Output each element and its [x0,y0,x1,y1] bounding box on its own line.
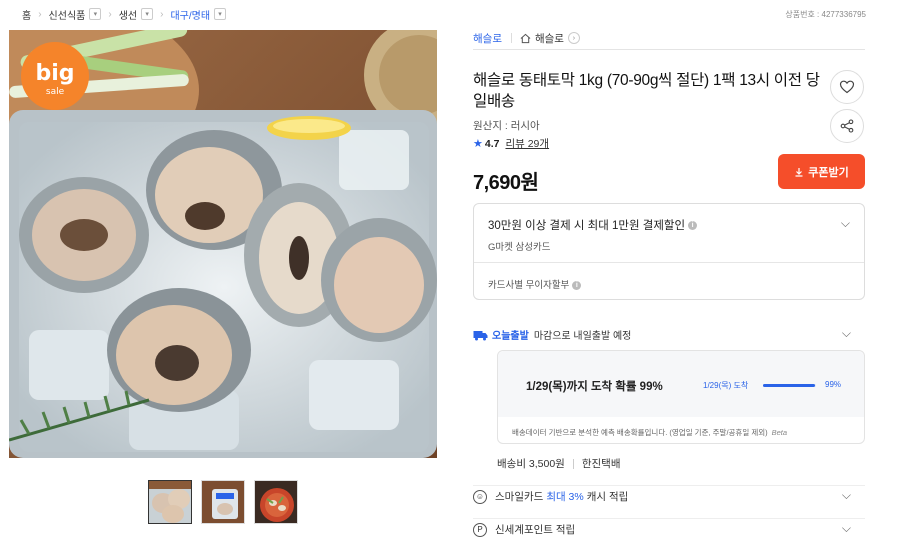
wishlist-button[interactable] [830,70,864,104]
installment-text: 카드사별 무이자할부 [488,280,570,291]
installment-row[interactable]: 카드사별 무이자할부 i [488,277,582,291]
chevron-down-icon[interactable]: ⌵ [841,216,850,231]
product-title: 해슬로 동태토막 1kg (70-90g씩 절단) 1팩 13시 이전 당일배송 [473,72,820,110]
heart-icon [839,80,855,94]
smile-card-row[interactable]: ☺ 스마일카드 최대 3% 캐시 적립 [473,485,865,507]
card-discount-text: 30만원 이상 결제 시 최대 1만원 결제할인 [488,220,686,232]
rating-value: 4.7 [484,137,500,150]
review-link[interactable]: 리뷰 29개 [505,136,549,151]
download-icon [795,167,803,177]
smile-icon: ☺ [473,489,487,504]
thumbnail-3[interactable] [254,480,298,524]
info-icon[interactable]: i [688,221,698,231]
eta-text: 1/29(목)까지 도착 확률 99% [526,381,663,393]
probability-label: 99% [825,380,842,389]
breadcrumb-home[interactable]: 홈 [22,7,31,22]
beta-label: Beta [771,428,788,437]
forecast-note-text: 배송데이터 기반으로 분석한 예측 배송확률입니다. (영업일 기준, 주말/공… [512,428,768,437]
chevron-right-icon: › [160,8,164,20]
chevron-down-icon[interactable]: ▾ [214,8,227,20]
breadcrumb-category-2[interactable]: 생선 [119,7,137,22]
divider [474,262,864,263]
breadcrumb: 홈 › 신선식품 ▾ › 생선 ▾ › 대구/명태 ▾ [22,6,227,22]
big-sale-badge: big sale [21,42,89,110]
smile-card-label: 스마일카드 [495,491,544,503]
info-icon[interactable]: i [572,280,582,290]
store-link[interactable]: 해슬로 [535,31,564,46]
star-icon: ★ [473,138,483,150]
card-name: G마켓 삼성카드 [488,242,551,253]
smile-card-rate: 최대 3% [546,491,584,503]
badge-big-text: big [35,61,74,86]
divider [510,33,512,43]
eta-short: 1/29(목) 도착 [703,381,749,390]
smile-card-suffix: 캐시 적립 [586,491,629,503]
shipping-fee: 배송비 3,500원 [497,458,565,470]
shinsegae-label: 신세계포인트 적립 [495,524,576,536]
card-benefit-box: 30만원 이상 결제 시 최대 1만원 결제할인 i G마켓 삼성카드 ⌵ 카드사… [473,203,865,300]
chevron-right-icon[interactable]: › [567,32,580,44]
shipping-carrier: 한진택배 [581,458,621,470]
chevron-right-icon: › [108,8,112,20]
share-button[interactable] [830,109,864,143]
breadcrumb-category-3[interactable]: 대구/명태 [170,7,210,22]
delivery-forecast-box: 1/29(목)까지 도착 확률 99% 1/29(목) 도착 99% 배송데이터… [497,350,865,444]
delivery-header[interactable]: 오늘출발 마감으로 내일출발 예정 [473,327,631,342]
share-icon [840,119,854,133]
forecast-note: 배송데이터 기반으로 분석한 예측 배송확률입니다. (영업일 기준, 주말/공… [512,427,787,438]
home-icon [520,33,531,43]
divider [572,458,574,469]
coupon-label: 쿠폰받기 [808,166,849,179]
chevron-down-icon[interactable]: ⌵ [842,326,851,341]
delivery-status: 마감으로 내일출발 예정 [533,331,632,342]
thumbnail-strip [148,480,298,524]
chevron-down-icon[interactable]: ▾ [89,8,102,20]
shipping-row: 배송비 3,500원 한진택배 [497,456,620,471]
seller-row: 해슬로 해슬로 › [473,30,865,50]
origin-text: 원산지 : 러시아 [473,120,540,132]
price: 7,690원 [473,172,539,194]
badge-sale-text: sale [46,87,65,97]
probability-bar [763,384,816,387]
probability-fill [763,384,816,387]
product-info-panel: 해슬로 해슬로 › 해슬로 동태토막 1kg (70-90g씩 절단) 1팩 1… [473,30,865,537]
today-shipping-tag: 오늘출발 [492,331,529,342]
thumbnail-2[interactable] [201,480,245,524]
point-icon: P [473,522,487,537]
shinsegae-point-row[interactable]: P 신세계포인트 적립 [473,518,865,540]
main-product-image[interactable]: big sale [9,30,437,458]
thumbnail-1[interactable] [148,480,192,524]
chevron-down-icon[interactable]: ⌵ [842,521,851,536]
card-discount-row[interactable]: 30만원 이상 결제 시 최대 1만원 결제할인 i [488,217,698,233]
product-number: 상품번호 : 4277336795 [785,10,866,19]
chevron-down-icon[interactable]: ⌵ [842,488,851,503]
truck-icon [473,330,488,340]
coupon-button[interactable]: 쿠폰받기 [778,154,865,189]
rating-row: ★ 4.7 리뷰 29개 [473,136,549,151]
breadcrumb-category-1[interactable]: 신선식품 [49,7,86,22]
chevron-down-icon[interactable]: ▾ [141,8,154,20]
seller-link[interactable]: 해슬로 [473,31,502,46]
chevron-right-icon: › [38,8,42,20]
